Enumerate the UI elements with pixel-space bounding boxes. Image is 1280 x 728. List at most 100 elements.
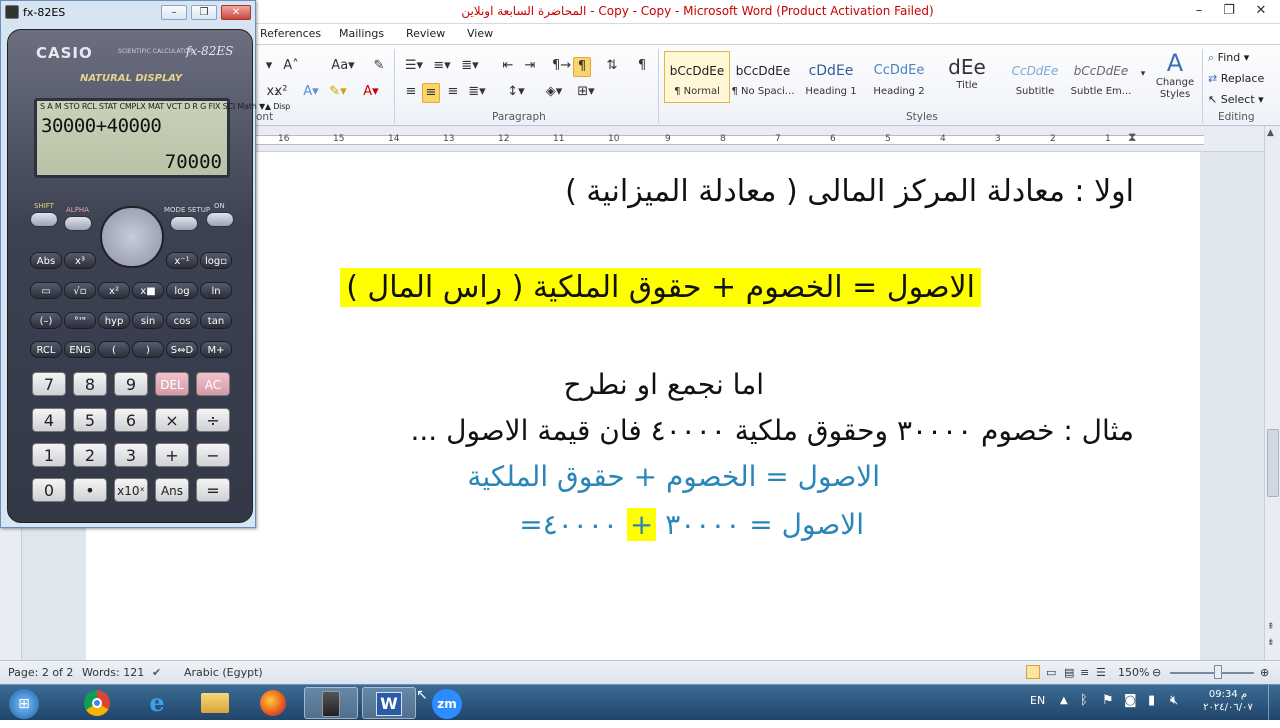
indent-marker-icon[interactable]: ⧗: [1128, 130, 1136, 145]
ln-key[interactable]: ln: [200, 282, 232, 299]
show-hidden-icons-icon[interactable]: ▲: [1060, 695, 1068, 706]
select-button[interactable]: ↖ Select ▾: [1208, 93, 1264, 106]
bluetooth-icon[interactable]: ᛒ: [1080, 693, 1088, 708]
taskbar-ie[interactable]: e: [130, 687, 184, 719]
tab-view[interactable]: View: [467, 27, 493, 40]
rtl-icon[interactable]: ¶: [573, 57, 591, 77]
style-title[interactable]: dEe Title: [934, 51, 1000, 103]
calc-minimize-button[interactable]: –: [161, 5, 187, 20]
equals-key[interactable]: =: [196, 478, 230, 502]
word-count[interactable]: Words: 121: [82, 666, 144, 679]
close-button[interactable]: ✕: [1246, 2, 1276, 20]
key-0[interactable]: 0: [32, 478, 66, 502]
square-key[interactable]: x²: [98, 282, 130, 299]
justify-icon[interactable]: ≣▾: [466, 83, 488, 103]
key-6[interactable]: 6: [114, 408, 148, 432]
align-left-icon[interactable]: ≡: [402, 83, 420, 103]
bullets-icon[interactable]: ☰▾: [402, 57, 426, 77]
key-5[interactable]: 5: [73, 408, 107, 432]
horizontal-ruler[interactable]: 16 15 14 13 12 11 10 9 8 7 6 5 4 3 2 1 ⧗: [256, 126, 1264, 152]
doc-line-add-or-subtract[interactable]: اما نجمع او نطرح: [563, 368, 764, 401]
hyp-key[interactable]: hyp: [98, 312, 130, 329]
restore-button[interactable]: ❐: [1214, 2, 1244, 20]
language-indicator[interactable]: Arabic (Egypt): [184, 666, 263, 679]
next-page-icon[interactable]: ⇟: [1267, 638, 1275, 648]
sin-key[interactable]: sin: [132, 312, 164, 329]
taskbar-word[interactable]: W: [362, 687, 416, 719]
key-3[interactable]: 3: [114, 443, 148, 467]
power-key[interactable]: x■: [132, 282, 164, 299]
outline-icon[interactable]: ≡: [1080, 666, 1089, 679]
proofing-icon[interactable]: ✔: [152, 666, 161, 679]
doc-line-equation-highlighted[interactable]: الاصول = الخصوم + حقوق الملكية ( راس الم…: [340, 268, 981, 307]
s-to-d-key[interactable]: S⇔D: [166, 341, 198, 358]
replace-button[interactable]: ⇄ Replace: [1208, 72, 1264, 85]
key-7[interactable]: 7: [32, 372, 66, 396]
ans-key[interactable]: Ans: [155, 478, 189, 502]
multiply-key[interactable]: ×: [155, 408, 189, 432]
align-right-icon[interactable]: ≡: [444, 83, 462, 103]
exp10-key[interactable]: x10ˣ: [114, 478, 148, 502]
abs-key[interactable]: Abs: [30, 252, 62, 269]
doc-line-formula-blue[interactable]: الاصول = الخصوم + حقوق الملكية: [467, 460, 880, 493]
key-4[interactable]: 4: [32, 408, 66, 432]
start-button[interactable]: ⊞: [2, 687, 46, 719]
zoom-slider-thumb[interactable]: [1214, 665, 1222, 679]
decrease-indent-icon[interactable]: ⇤: [498, 57, 518, 77]
tab-mailings[interactable]: Mailings: [339, 27, 384, 40]
align-center-icon[interactable]: ≡: [422, 83, 440, 103]
zoom-level[interactable]: 150%: [1118, 666, 1149, 679]
change-case-icon[interactable]: Aa▾: [330, 57, 356, 77]
divide-key[interactable]: ÷: [196, 408, 230, 432]
tab-review[interactable]: Review: [406, 27, 445, 40]
font-color-icon[interactable]: A▾: [360, 83, 382, 103]
calc-restore-button[interactable]: ❐: [191, 5, 217, 20]
tab-references[interactable]: References: [260, 27, 321, 40]
style-subtitle[interactable]: CcDdEe Subtitle: [1002, 51, 1068, 103]
language-bar[interactable]: EN: [1030, 694, 1045, 707]
on-key[interactable]: [206, 212, 234, 227]
style-normal[interactable]: bCcDdEe ¶ Normal: [664, 51, 730, 103]
ltr-icon[interactable]: ¶→: [552, 57, 571, 77]
calculator-window[interactable]: fx-82ES – ❐ ✕ CASIO SCIENTIFIC CALCULATO…: [0, 0, 290, 528]
taskbar-zoom[interactable]: zm: [420, 687, 474, 719]
replay-dpad[interactable]: [100, 206, 164, 268]
numbering-icon[interactable]: ≡▾: [430, 57, 454, 77]
action-center-icon[interactable]: ⚑: [1102, 693, 1114, 708]
mode-key[interactable]: [170, 216, 198, 231]
shift-key[interactable]: [30, 212, 58, 227]
styles-more-icon[interactable]: ▾: [1138, 65, 1148, 85]
shading-icon[interactable]: ◈▾: [542, 83, 566, 103]
open-paren-key[interactable]: (: [98, 341, 130, 358]
negative-key[interactable]: (–): [30, 312, 62, 329]
sqrt-key[interactable]: √▫: [64, 282, 96, 299]
zoom-slider[interactable]: [1170, 672, 1254, 674]
calc-close-button[interactable]: ✕: [221, 5, 251, 20]
increase-indent-icon[interactable]: ⇥: [520, 57, 540, 77]
multilevel-list-icon[interactable]: ≣▾: [458, 57, 482, 77]
minimize-button[interactable]: –: [1184, 2, 1214, 20]
minus-key[interactable]: −: [196, 443, 230, 467]
ac-key[interactable]: AC: [196, 372, 230, 396]
style-no-spacing[interactable]: bCcDdEe ¶ No Spaci...: [730, 51, 796, 103]
zoom-in-icon[interactable]: ⊕: [1260, 666, 1269, 679]
change-styles-button[interactable]: A Change Styles: [1152, 49, 1198, 109]
show-marks-icon[interactable]: ¶: [633, 57, 651, 77]
grow-font-icon[interactable]: A˄: [280, 57, 302, 77]
taskbar-firefox[interactable]: [246, 687, 300, 719]
style-heading-2[interactable]: CcDdEe Heading 2: [866, 51, 932, 103]
key-2[interactable]: 2: [73, 443, 107, 467]
fraction-key[interactable]: ▭: [30, 282, 62, 299]
cos-key[interactable]: cos: [166, 312, 198, 329]
highlight-color-icon[interactable]: ✎▾: [327, 83, 349, 103]
text-effects-icon[interactable]: A▾: [300, 83, 322, 103]
sort-icon[interactable]: ⇅: [603, 57, 621, 77]
web-layout-icon[interactable]: ▤: [1064, 666, 1074, 679]
antivirus-icon[interactable]: ◙: [1124, 693, 1137, 708]
zoom-out-icon[interactable]: ⊖: [1152, 666, 1161, 679]
del-key[interactable]: DEL: [155, 372, 189, 396]
doc-line-example[interactable]: مثال : خصوم ٣٠٠٠٠ وحقوق ملكية ٤٠٠٠٠ فان …: [411, 414, 1135, 447]
alpha-key[interactable]: [64, 216, 92, 231]
show-desktop-button[interactable]: [1268, 685, 1280, 721]
tan-key[interactable]: tan: [200, 312, 232, 329]
